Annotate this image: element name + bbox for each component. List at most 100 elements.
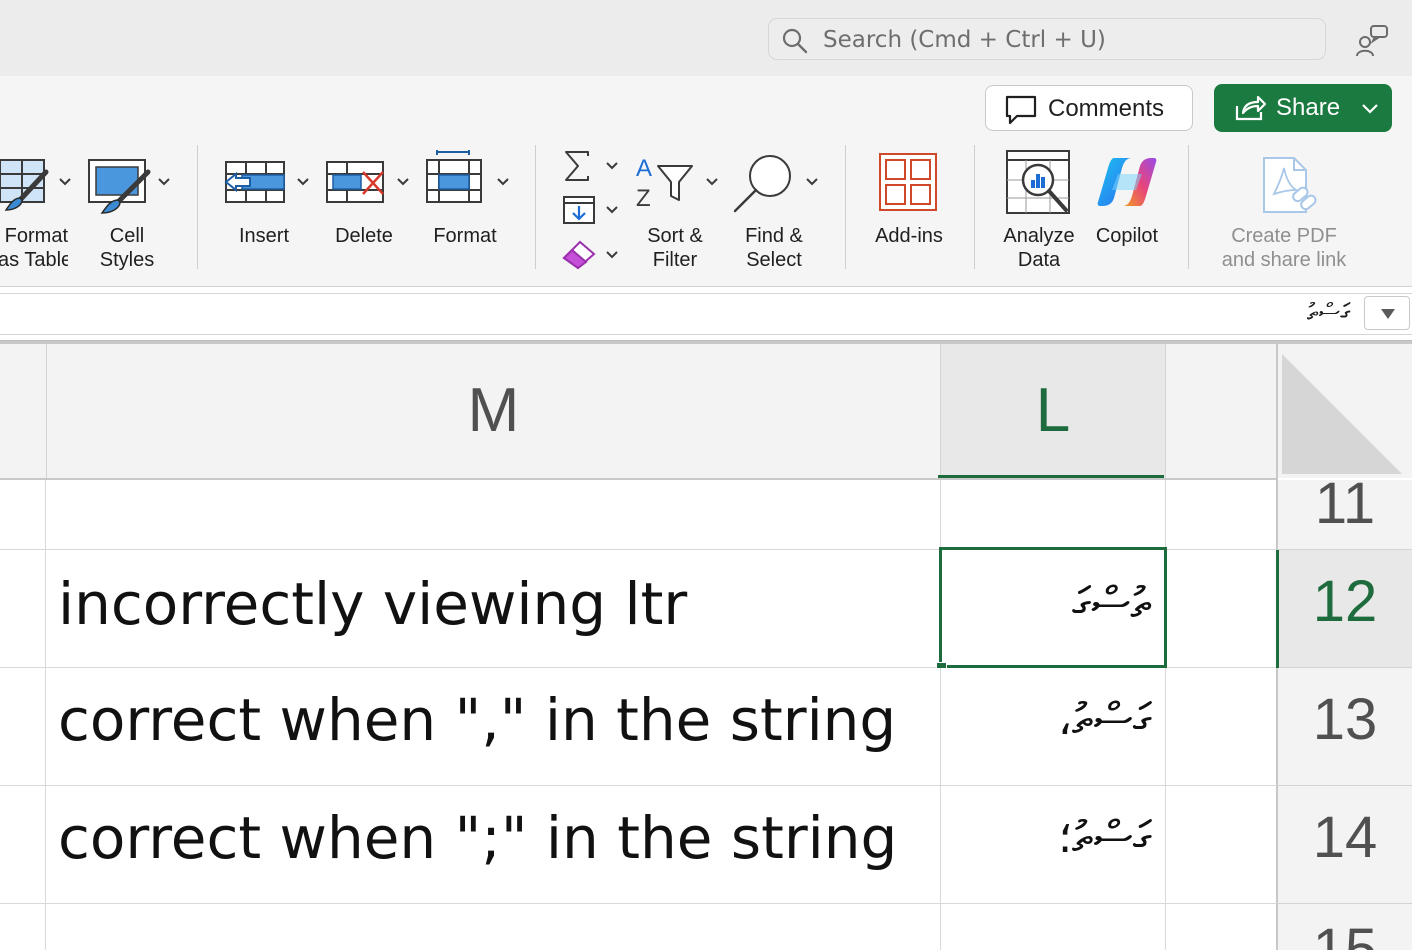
find-select-label[interactable]: Find & Select bbox=[730, 224, 818, 272]
cell-K11[interactable] bbox=[1166, 480, 1278, 550]
cell-N11[interactable] bbox=[0, 480, 46, 550]
active-row-indicator bbox=[1276, 550, 1279, 668]
format-as-table-icon[interactable] bbox=[0, 158, 56, 219]
find-select-line2: Select bbox=[746, 249, 802, 271]
add-ins-icon[interactable] bbox=[878, 152, 938, 217]
cell-K14[interactable] bbox=[1166, 786, 1278, 904]
chevron-down-icon[interactable] bbox=[805, 176, 819, 188]
formula-bar[interactable] bbox=[0, 293, 1412, 335]
share-icon bbox=[1234, 94, 1267, 127]
select-all-triangle-icon bbox=[1282, 354, 1402, 474]
column-header-m[interactable]: M bbox=[47, 344, 941, 478]
cell-L14[interactable]: ގަސްތު؛ bbox=[941, 786, 1166, 904]
formula-bar-expand-button[interactable] bbox=[1364, 296, 1410, 330]
clear-eraser-icon[interactable] bbox=[562, 240, 596, 275]
comment-icon bbox=[1004, 94, 1038, 131]
chevron-down-icon[interactable] bbox=[605, 204, 619, 216]
collaborate-icon[interactable] bbox=[1354, 22, 1390, 63]
ribbon-separator bbox=[197, 145, 198, 269]
comments-label: Comments bbox=[1048, 95, 1165, 122]
cell-K15[interactable] bbox=[1166, 904, 1278, 950]
chevron-down-icon[interactable] bbox=[1360, 98, 1380, 123]
sort-filter-label[interactable]: Sort & Filter bbox=[634, 224, 716, 272]
create-pdf-label: Create PDF and share link bbox=[1204, 224, 1364, 272]
cell-K12[interactable] bbox=[1166, 550, 1278, 668]
formula-bar-value[interactable]: ގަސްތު bbox=[1307, 298, 1350, 326]
chevron-down-icon[interactable] bbox=[705, 176, 719, 188]
comments-button[interactable]: Comments bbox=[985, 85, 1193, 131]
cell-styles-line1: Cell bbox=[109, 225, 145, 247]
ribbon-separator bbox=[974, 145, 975, 269]
chevron-down-icon[interactable] bbox=[296, 176, 310, 188]
analyze-data-line1: Analyze bbox=[1003, 225, 1075, 247]
analyze-data-label[interactable]: Analyze Data bbox=[996, 224, 1082, 272]
autosum-icon[interactable] bbox=[562, 150, 594, 187]
create-pdf-icon[interactable] bbox=[1262, 156, 1320, 221]
row-header-13[interactable]: 13 bbox=[1278, 668, 1412, 786]
column-header-k[interactable] bbox=[1166, 344, 1278, 478]
share-button[interactable]: Share bbox=[1214, 84, 1392, 132]
chevron-down-icon[interactable] bbox=[496, 176, 510, 188]
fill-icon[interactable] bbox=[562, 195, 596, 230]
format-as-table-line1: Format bbox=[4, 225, 68, 247]
cell-L11[interactable] bbox=[941, 480, 1166, 550]
cell-N12[interactable] bbox=[0, 550, 46, 668]
create-pdf-line2: and share link bbox=[1221, 249, 1347, 271]
row-header-11[interactable]: 11 bbox=[1278, 480, 1412, 550]
cell-N13[interactable] bbox=[0, 668, 46, 786]
chevron-down-icon[interactable] bbox=[157, 176, 171, 188]
row-header-15[interactable]: 15 bbox=[1278, 904, 1412, 950]
cell-styles-line2: Styles bbox=[99, 249, 155, 271]
find-magnifier-icon[interactable] bbox=[732, 152, 794, 219]
cell-M14[interactable]: correct when ";" in the string bbox=[46, 786, 941, 904]
column-header-l[interactable]: L bbox=[941, 344, 1166, 478]
chevron-down-icon[interactable] bbox=[605, 160, 619, 172]
format-as-table-label[interactable]: Format as Table bbox=[0, 224, 68, 272]
insert-label[interactable]: Insert bbox=[224, 224, 304, 248]
copilot-label[interactable]: Copilot bbox=[1082, 224, 1172, 248]
cell-K13[interactable] bbox=[1166, 668, 1278, 786]
cell-M15[interactable] bbox=[46, 904, 941, 950]
triangle-down-icon bbox=[1381, 309, 1395, 319]
cell-styles-icon[interactable] bbox=[88, 158, 152, 221]
search-placeholder: Search (Cmd + Ctrl + U) bbox=[823, 27, 1106, 53]
selected-cell-border bbox=[939, 547, 1167, 668]
ribbon-separator bbox=[1188, 145, 1189, 269]
copilot-icon[interactable] bbox=[1096, 154, 1158, 215]
analyze-data-icon[interactable] bbox=[1006, 150, 1072, 221]
svg-text:A: A bbox=[636, 155, 652, 182]
ribbon-separator bbox=[845, 145, 846, 269]
find-select-line1: Find & bbox=[745, 225, 803, 247]
cell-styles-label[interactable]: Cell Styles bbox=[82, 224, 172, 272]
select-all-corner[interactable] bbox=[1278, 344, 1412, 478]
row-header-14[interactable]: 14 bbox=[1278, 786, 1412, 904]
sort-filter-line2: Filter bbox=[652, 249, 698, 271]
format-icon[interactable] bbox=[425, 150, 485, 211]
ribbon-separator bbox=[535, 145, 536, 269]
add-ins-label[interactable]: Add-ins bbox=[862, 224, 956, 248]
sort-filter-line1: Sort & bbox=[647, 225, 703, 247]
cell-M12[interactable]: incorrectly viewing ltr bbox=[46, 550, 941, 668]
search-box[interactable]: Search (Cmd + Ctrl + U) bbox=[768, 18, 1326, 60]
cell-M11[interactable] bbox=[46, 480, 941, 550]
cell-L13[interactable]: ގަސްތު، bbox=[941, 668, 1166, 786]
format-label[interactable]: Format bbox=[424, 224, 506, 248]
insert-icon[interactable] bbox=[224, 160, 286, 211]
analyze-data-line2: Data bbox=[1017, 249, 1061, 271]
column-header-n[interactable] bbox=[0, 344, 47, 478]
delete-icon[interactable] bbox=[325, 160, 387, 211]
cell-N14[interactable] bbox=[0, 786, 46, 904]
cell-L15[interactable] bbox=[941, 904, 1166, 950]
delete-label[interactable]: Delete bbox=[324, 224, 404, 248]
cell-M13[interactable]: correct when "," in the string bbox=[46, 668, 941, 786]
format-as-table-line2: as Table bbox=[0, 249, 68, 271]
chevron-down-icon[interactable] bbox=[58, 176, 72, 188]
search-icon bbox=[781, 27, 809, 60]
create-pdf-line1: Create PDF bbox=[1231, 225, 1337, 247]
sort-filter-icon[interactable]: AZ bbox=[634, 152, 696, 215]
share-label: Share bbox=[1276, 94, 1341, 121]
cell-N15[interactable] bbox=[0, 904, 46, 950]
chevron-down-icon[interactable] bbox=[605, 249, 619, 261]
chevron-down-icon[interactable] bbox=[396, 176, 410, 188]
row-header-12[interactable]: 12 bbox=[1278, 550, 1412, 668]
